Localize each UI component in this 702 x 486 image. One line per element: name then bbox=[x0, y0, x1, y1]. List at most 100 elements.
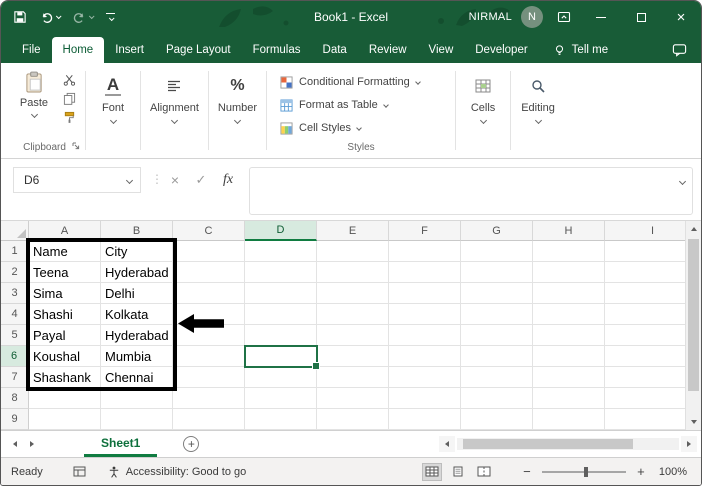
paste-button[interactable]: Paste bbox=[13, 67, 55, 124]
cell-H1[interactable] bbox=[533, 241, 605, 262]
editing-group-button[interactable]: Editing bbox=[512, 65, 564, 158]
horizontal-scroll-thumb[interactable] bbox=[463, 439, 633, 449]
cell-C8[interactable] bbox=[173, 388, 245, 409]
cell-H3[interactable] bbox=[533, 283, 605, 304]
horizontal-scroll-track[interactable] bbox=[457, 438, 679, 450]
cell-H2[interactable] bbox=[533, 262, 605, 283]
row-header-3[interactable]: 3 bbox=[1, 283, 29, 304]
cell-F2[interactable] bbox=[389, 262, 461, 283]
cell-G1[interactable] bbox=[461, 241, 533, 262]
zoom-in-button[interactable]: + bbox=[635, 464, 647, 479]
cell-E1[interactable] bbox=[317, 241, 389, 262]
cell-B3[interactable]: Delhi bbox=[101, 283, 173, 304]
cut-button[interactable] bbox=[63, 73, 76, 86]
comments-button[interactable] bbox=[672, 37, 687, 63]
customize-quick-access-button[interactable] bbox=[106, 13, 115, 22]
cell-B1[interactable]: City bbox=[101, 241, 173, 262]
zoom-slider[interactable] bbox=[541, 466, 626, 477]
cell-F4[interactable] bbox=[389, 304, 461, 325]
tab-data[interactable]: Data bbox=[312, 37, 358, 63]
row-header-9[interactable]: 9 bbox=[1, 409, 29, 430]
tab-file[interactable]: File bbox=[11, 37, 52, 63]
cell-H9[interactable] bbox=[533, 409, 605, 430]
column-header-F[interactable]: F bbox=[389, 221, 461, 241]
cell-G8[interactable] bbox=[461, 388, 533, 409]
cell-styles-button[interactable]: Cell Styles bbox=[276, 117, 424, 139]
cell-G3[interactable] bbox=[461, 283, 533, 304]
zoom-out-button[interactable]: − bbox=[521, 464, 533, 479]
cell-H6[interactable] bbox=[533, 346, 605, 367]
column-header-E[interactable]: E bbox=[317, 221, 389, 241]
new-sheet-button[interactable]: + bbox=[183, 436, 200, 452]
close-button[interactable]: × bbox=[661, 1, 701, 33]
cell-A9[interactable] bbox=[29, 409, 101, 430]
cell-B4[interactable]: Kolkata bbox=[101, 304, 173, 325]
column-header-C[interactable]: C bbox=[173, 221, 245, 241]
page-layout-view-button[interactable] bbox=[449, 464, 467, 480]
cell-D4[interactable] bbox=[245, 304, 317, 325]
cell-A5[interactable]: Payal bbox=[29, 325, 101, 346]
cell-F5[interactable] bbox=[389, 325, 461, 346]
normal-view-button[interactable] bbox=[421, 462, 442, 481]
cell-D1[interactable] bbox=[245, 241, 317, 262]
cell-H5[interactable] bbox=[533, 325, 605, 346]
accessibility-status[interactable]: Accessibility: Good to go bbox=[108, 466, 246, 478]
cell-F6[interactable] bbox=[389, 346, 461, 367]
cell-D6[interactable] bbox=[245, 346, 317, 367]
cell-D9[interactable] bbox=[245, 409, 317, 430]
maximize-button[interactable] bbox=[621, 1, 661, 33]
tell-me-button[interactable]: Tell me bbox=[553, 37, 608, 63]
cell-F1[interactable] bbox=[389, 241, 461, 262]
cell-B7[interactable]: Chennai bbox=[101, 367, 173, 388]
cell-E3[interactable] bbox=[317, 283, 389, 304]
cell-D2[interactable] bbox=[245, 262, 317, 283]
cell-D8[interactable] bbox=[245, 388, 317, 409]
cell-E2[interactable] bbox=[317, 262, 389, 283]
cell-A1[interactable]: Name bbox=[29, 241, 101, 262]
cell-E7[interactable] bbox=[317, 367, 389, 388]
cell-F9[interactable] bbox=[389, 409, 461, 430]
undo-button[interactable] bbox=[40, 11, 62, 24]
tab-review[interactable]: Review bbox=[358, 37, 418, 63]
scroll-left-button[interactable] bbox=[439, 436, 455, 452]
previous-sheet-button[interactable] bbox=[13, 441, 17, 447]
cell-C4[interactable] bbox=[173, 304, 245, 325]
cell-H8[interactable] bbox=[533, 388, 605, 409]
cell-D3[interactable] bbox=[245, 283, 317, 304]
cell-D5[interactable] bbox=[245, 325, 317, 346]
formula-cancel-button[interactable]: × bbox=[164, 169, 186, 191]
row-header-5[interactable]: 5 bbox=[1, 325, 29, 346]
save-button[interactable] bbox=[13, 10, 27, 24]
column-header-D[interactable]: D bbox=[245, 221, 317, 241]
tab-insert[interactable]: Insert bbox=[104, 37, 155, 63]
cell-A6[interactable]: Koushal bbox=[29, 346, 101, 367]
column-header-A[interactable]: A bbox=[29, 221, 101, 241]
insert-function-button[interactable]: fx bbox=[217, 169, 239, 191]
format-as-table-button[interactable]: Format as Table bbox=[276, 94, 424, 116]
tab-developer[interactable]: Developer bbox=[464, 37, 538, 63]
cell-H7[interactable] bbox=[533, 367, 605, 388]
horizontal-scrollbar[interactable] bbox=[439, 436, 697, 452]
cell-A7[interactable]: Shashank bbox=[29, 367, 101, 388]
cell-G2[interactable] bbox=[461, 262, 533, 283]
tab-formulas[interactable]: Formulas bbox=[242, 37, 312, 63]
cell-B8[interactable] bbox=[101, 388, 173, 409]
cell-F8[interactable] bbox=[389, 388, 461, 409]
zoom-slider-thumb[interactable] bbox=[583, 466, 588, 477]
tab-view[interactable]: View bbox=[418, 37, 465, 63]
formula-bar-input[interactable] bbox=[249, 167, 693, 215]
format-painter-button[interactable] bbox=[63, 111, 76, 124]
font-group-button[interactable]: A Font bbox=[87, 65, 139, 158]
scroll-right-button[interactable] bbox=[681, 436, 697, 452]
cell-G5[interactable] bbox=[461, 325, 533, 346]
column-header-H[interactable]: H bbox=[533, 221, 605, 241]
cell-A4[interactable]: Shashi bbox=[29, 304, 101, 325]
tab-page-layout[interactable]: Page Layout bbox=[155, 37, 242, 63]
row-header-6[interactable]: 6 bbox=[1, 346, 29, 367]
cell-B6[interactable]: Mumbia bbox=[101, 346, 173, 367]
next-sheet-button[interactable] bbox=[30, 441, 34, 447]
column-header-G[interactable]: G bbox=[461, 221, 533, 241]
scroll-down-button[interactable] bbox=[686, 414, 702, 430]
cell-B9[interactable] bbox=[101, 409, 173, 430]
row-header-7[interactable]: 7 bbox=[1, 367, 29, 388]
